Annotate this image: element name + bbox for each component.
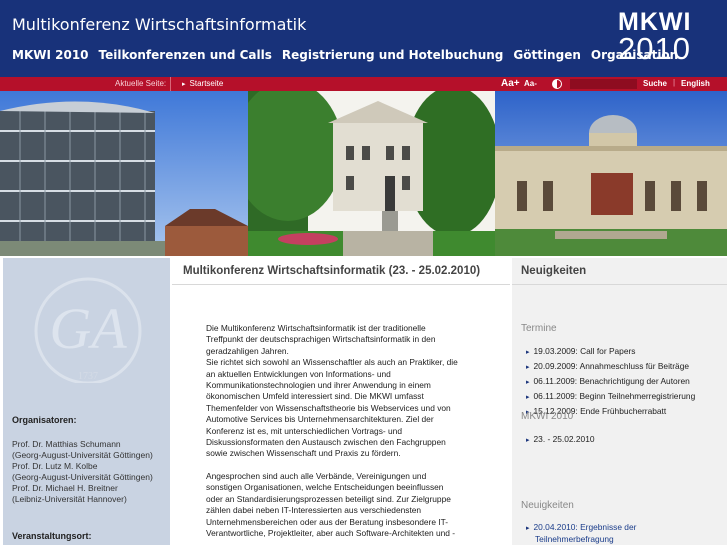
news-link[interactable]: 20.04.2010: Ergebnisse der <box>526 522 637 534</box>
site-title[interactable]: Multikonferenz Wirtschaftsinformatik <box>12 15 306 34</box>
current-page-label: Aktuelle Seite: <box>115 79 167 88</box>
list-item[interactable]: 06.11.2009: Beginn Teilnehmerregistrieru… <box>526 390 696 405</box>
termine-list: 19.03.2009: Call for Papers 20.09.2009: … <box>526 345 696 420</box>
page-title: Multikonferenz Wirtschaftsinformatik (23… <box>183 265 481 277</box>
divider <box>172 284 510 285</box>
intro-text: Die Multikonferenz Wirtschaftsinformatik… <box>206 323 496 545</box>
toolbar-separator: | <box>673 78 676 87</box>
organizer-line: (Leibniz-Universität Hannover) <box>12 494 127 504</box>
university-seal-watermark: GA 1737 <box>34 277 142 383</box>
language-english-link[interactable]: English <box>681 79 710 88</box>
news-link-continued[interactable]: Teilnehmerbefragung <box>535 534 614 544</box>
photo-observatory <box>495 91 727 256</box>
organizer-line: Prof. Dr. Lutz M. Kolbe <box>12 461 98 471</box>
font-smaller-button[interactable]: Aa- <box>524 79 537 88</box>
news-sidebar: Neuigkeiten Termine 19.03.2009: Call for… <box>512 258 727 545</box>
list-item[interactable]: 23. - 25.02.2010 <box>526 433 595 448</box>
main-content: Multikonferenz Wirtschaftsinformatik (23… <box>172 258 510 545</box>
news-list: 20.04.2010: Ergebnisse der Teilnehmerbef… <box>526 522 637 545</box>
nav-item-goettingen[interactable]: Göttingen <box>513 48 581 62</box>
page: { "header": { "site_title": "Multikonfer… <box>0 0 727 545</box>
header-photo-strip <box>0 91 727 256</box>
organizer-line: Prof. Dr. Matthias Schumann <box>12 439 121 449</box>
mkwi-list: 23. - 25.02.2010 <box>526 433 595 448</box>
search-button[interactable]: Suche <box>643 79 667 88</box>
search-input[interactable] <box>570 79 637 89</box>
main-navigation: MKWI 2010 Teilkonferenzen und Calls Regi… <box>12 48 688 62</box>
organizer-line: Prof. Dr. Michael H. Breitner <box>12 483 118 493</box>
photo-library-building <box>0 91 248 256</box>
organizer-line: (Georg-August-Universität Göttingen) <box>12 450 153 460</box>
organizer-line: (Georg-August-Universität Göttingen) <box>12 472 153 482</box>
divider <box>170 77 171 91</box>
organizers-list: Prof. Dr. Matthias Schumann (Georg-Augus… <box>12 439 153 505</box>
nav-item-organisation[interactable]: Organisation <box>591 48 678 62</box>
venue-heading: Veranstaltungsort: <box>12 531 92 541</box>
termine-heading: Termine <box>521 323 557 334</box>
nav-item-registrierung[interactable]: Registrierung und Hotelbuchung <box>282 48 504 62</box>
seal-year-text: 1737 <box>78 371 98 382</box>
font-larger-button[interactable]: Aa+ <box>501 78 520 89</box>
site-header: Multikonferenz Wirtschaftsinformatik MKW… <box>0 0 727 77</box>
paragraph: Angesprochen sind auch alle Verbände, Ve… <box>206 470 456 538</box>
divider <box>512 284 727 285</box>
breadcrumb-startseite[interactable]: Startseite <box>182 79 224 88</box>
sidebar: GA 1737 Organisatoren: Prof. Dr. Matthia… <box>3 258 170 545</box>
mkwi-heading: MKWI 2010 <box>521 411 574 422</box>
news-section-heading: Neuigkeiten <box>521 500 574 511</box>
contrast-icon[interactable] <box>552 79 562 89</box>
news-heading: Neuigkeiten <box>521 265 587 277</box>
nav-item-teilkonferenzen[interactable]: Teilkonferenzen und Calls <box>99 48 272 62</box>
utility-bar: Aktuelle Seite: Startseite Aa+ Aa- Suche… <box>0 77 727 91</box>
photo-aula-building <box>248 91 495 256</box>
list-item[interactable]: 06.11.2009: Benachrichtigung der Autoren <box>526 375 695 390</box>
nav-item-mkwi-2010[interactable]: MKWI 2010 <box>12 48 89 62</box>
organizers-heading: Organisatoren: <box>12 415 77 425</box>
svg-text:GA: GA <box>49 296 127 361</box>
paragraph: Die Multikonferenz Wirtschaftsinformatik… <box>206 323 458 459</box>
list-item[interactable]: 19.03.2009: Call for Papers <box>526 345 695 360</box>
list-item[interactable]: 20.09.2009: Annahmeschluss für Beiträge <box>526 360 695 375</box>
